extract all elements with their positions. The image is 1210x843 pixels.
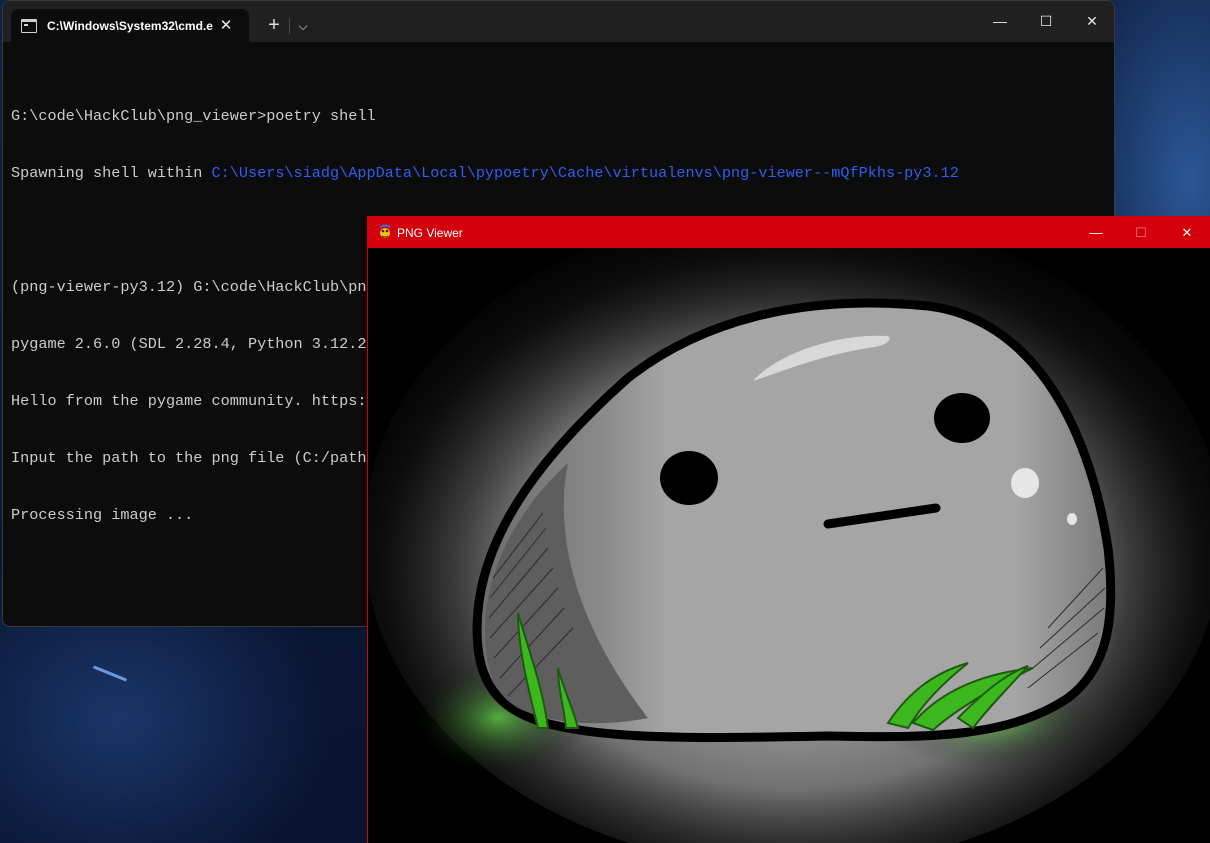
rock-left-eye [660,451,718,505]
terminal-maximize-button[interactable]: ☐ [1023,1,1069,42]
tab-close-icon[interactable]: ✕ [215,16,237,36]
rock-right-eye [934,393,990,443]
pygame-snake-icon [379,224,391,238]
cmd-icon [21,18,37,33]
viewer-minimize-button[interactable]: — [1073,217,1119,248]
viewer-close-button[interactable]: ✕ [1164,217,1210,248]
tab-separator [289,18,290,34]
rock-shine [1067,513,1077,525]
viewer-title: PNG Viewer [397,226,463,240]
terminal-close-button[interactable]: ✕ [1069,1,1114,42]
pet-rock-illustration [368,217,1210,843]
viewer-titlebar[interactable]: PNG Viewer — ☐ ✕ [368,217,1210,248]
tab-dropdown-button[interactable]: ⌵ [291,13,315,39]
terminal-tab[interactable]: C:\Windows\System32\cmd.e ✕ [11,9,249,42]
wallpaper-streak [92,665,128,682]
terminal-minimize-button[interactable]: — [977,1,1023,42]
png-viewer-window[interactable]: PNG Viewer — ☐ ✕ [367,216,1210,843]
terminal-line: G:\code\HackClub\png_viewer>poetry shell [11,107,376,125]
viewer-maximize-button: ☐ [1135,225,1147,240]
terminal-titlebar[interactable]: C:\Windows\System32\cmd.e ✕ + ⌵ — ☐ ✕ [3,1,1114,42]
image-canvas [368,217,1210,843]
tab-title: C:\Windows\System32\cmd.e [47,18,213,33]
terminal-line: Spawning shell within C:\Users\siadg\App… [11,164,1111,183]
terminal-text: Spawning shell within [11,164,212,182]
virtualenv-path: C:\Users\siadg\AppData\Local\pypoetry\Ca… [211,164,959,182]
rock-shine [1011,468,1039,498]
new-tab-button[interactable]: + [261,13,287,39]
